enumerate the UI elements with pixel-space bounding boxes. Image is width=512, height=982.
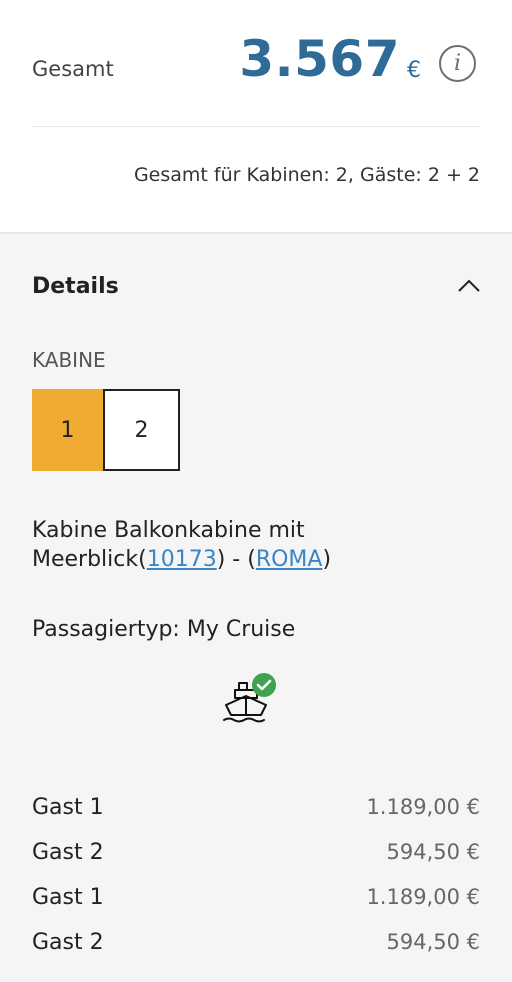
guest-price: 1.189,00 €: [366, 885, 480, 909]
price-row: Gast 1 1.189,00 €: [32, 885, 480, 915]
cruise-ship-check-icon: [223, 673, 276, 723]
ship-name-link[interactable]: ROMA: [256, 547, 323, 572]
total-amount: 3.567: [239, 30, 400, 88]
closing-paren: ): [322, 547, 332, 572]
info-icon[interactable]: i: [439, 45, 476, 82]
cabin-tab-1[interactable]: 1: [32, 389, 103, 471]
cabin-label: KABINE: [32, 348, 106, 372]
price-row: Gast 1 1.189,00 €: [32, 795, 480, 825]
details-heading: Details: [32, 274, 119, 299]
guest-name: Gast 1: [32, 885, 104, 910]
guest-name: Gast 2: [32, 840, 104, 865]
guest-name: Gast 1: [32, 795, 104, 820]
price-summary-panel: Gesamt 3.567 € i Gesamt für Kabinen: 2, …: [0, 0, 512, 234]
cabins-guests-summary: Gesamt für Kabinen: 2, Gäste: 2 + 2: [133, 164, 480, 186]
guest-price: 594,50 €: [386, 840, 480, 864]
cabin-description: Kabine Balkonkabine mit Meerblick(10173)…: [32, 516, 492, 574]
currency-symbol: €: [407, 58, 421, 83]
passenger-type: Passagiertyp: My Cruise: [32, 617, 296, 642]
guest-price: 594,50 €: [386, 930, 480, 954]
separator-text: ) - (: [216, 547, 256, 572]
guest-price: 1.189,00 €: [366, 795, 480, 819]
total-label: Gesamt: [32, 57, 114, 81]
guest-name: Gast 2: [32, 930, 104, 955]
price-row: Gast 2 594,50 €: [32, 930, 480, 960]
info-glyph: i: [453, 50, 462, 76]
cabin-number-link[interactable]: 10173: [147, 547, 217, 572]
chevron-up-icon[interactable]: [457, 278, 481, 294]
price-row: Gast 2 594,50 €: [32, 840, 480, 870]
divider: [32, 126, 480, 127]
cabin-tab-2[interactable]: 2: [103, 389, 180, 471]
